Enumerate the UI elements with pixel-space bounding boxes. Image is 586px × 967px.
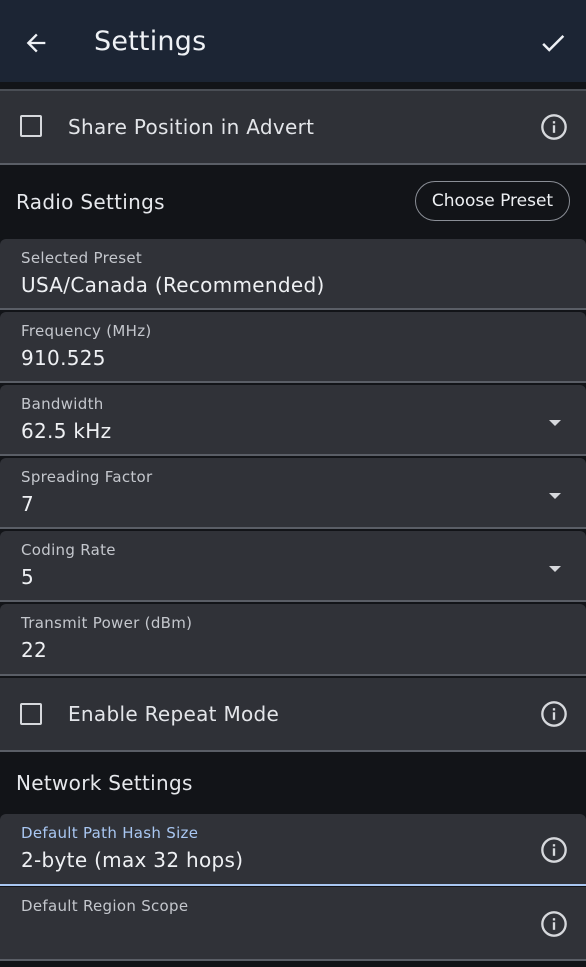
- info-icon[interactable]: [540, 910, 568, 938]
- field-value: 5: [21, 565, 35, 589]
- coding-rate-dropdown[interactable]: Coding Rate 5: [0, 531, 586, 602]
- field-value: 910.525: [21, 346, 106, 370]
- transmit-power-field[interactable]: Transmit Power (dBm) 22: [0, 604, 586, 676]
- field-underline: [0, 527, 586, 529]
- field-label: Spreading Factor: [21, 468, 153, 486]
- bandwidth-dropdown[interactable]: Bandwidth 62.5 kHz: [0, 385, 586, 456]
- path-hash-size-field[interactable]: Default Path Hash Size 2-byte (max 32 ho…: [0, 814, 586, 886]
- share-position-checkbox[interactable]: [20, 115, 42, 137]
- field-underline: [0, 308, 586, 310]
- dropdown-arrow-icon[interactable]: [548, 491, 562, 501]
- app-bar: Settings: [0, 0, 586, 82]
- spreading-factor-dropdown[interactable]: Spreading Factor 7: [0, 458, 586, 529]
- divider: [0, 750, 586, 752]
- field-label: Default Region Scope: [21, 897, 189, 915]
- field-label: Transmit Power (dBm): [21, 614, 193, 632]
- field-underline: [0, 600, 586, 602]
- radio-settings-header: Radio Settings: [16, 190, 165, 214]
- field-label: Selected Preset: [21, 249, 143, 267]
- frequency-field[interactable]: Frequency (MHz) 910.525: [0, 312, 586, 383]
- field-label: Default Path Hash Size: [21, 824, 199, 842]
- field-label: Bandwidth: [21, 395, 104, 413]
- dropdown-arrow-icon[interactable]: [548, 418, 562, 428]
- network-settings-header: Network Settings: [16, 771, 193, 795]
- field-label: Frequency (MHz): [21, 322, 152, 340]
- field-underline: [0, 674, 586, 676]
- check-icon[interactable]: [538, 28, 568, 58]
- field-label: Coding Rate: [21, 541, 116, 559]
- field-value: 62.5 kHz: [21, 419, 112, 443]
- field-value: 7: [21, 492, 35, 516]
- info-icon[interactable]: [540, 700, 568, 728]
- field-underline: [0, 381, 586, 383]
- field-underline: [0, 454, 586, 456]
- repeat-mode-row[interactable]: Enable Repeat Mode: [0, 678, 586, 750]
- divider: [0, 163, 586, 165]
- region-scope-field[interactable]: Default Region Scope: [0, 887, 586, 961]
- page-title: Settings: [94, 26, 207, 57]
- selected-preset-field[interactable]: Selected Preset USA/Canada (Recommended): [0, 239, 586, 310]
- dropdown-arrow-icon[interactable]: [548, 564, 562, 574]
- field-value: 22: [21, 638, 48, 662]
- share-position-label: Share Position in Advert: [68, 115, 315, 139]
- field-underline: [0, 884, 586, 886]
- repeat-mode-checkbox[interactable]: [20, 703, 42, 725]
- arrow-left-icon[interactable]: [22, 29, 50, 57]
- field-value: 2-byte (max 32 hops): [21, 848, 244, 872]
- repeat-mode-label: Enable Repeat Mode: [68, 702, 280, 726]
- field-underline: [0, 959, 586, 961]
- share-position-row[interactable]: Share Position in Advert: [0, 91, 586, 163]
- info-icon[interactable]: [540, 113, 568, 141]
- choose-preset-button[interactable]: Choose Preset: [415, 181, 570, 221]
- info-icon[interactable]: [540, 836, 568, 864]
- field-value: USA/Canada (Recommended): [21, 273, 325, 297]
